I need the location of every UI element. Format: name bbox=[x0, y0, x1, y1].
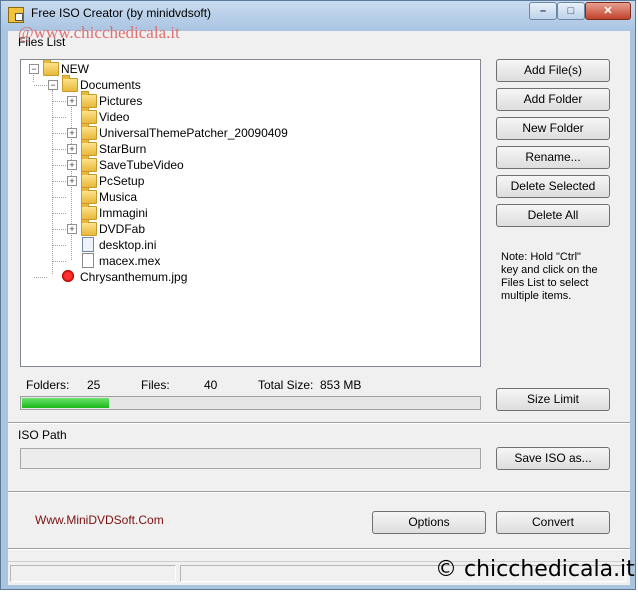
tree-node-label: UniversalThemePatcher_20090409 bbox=[99, 126, 288, 140]
new-folder-button[interactable]: New Folder bbox=[496, 117, 610, 140]
divider bbox=[8, 491, 630, 493]
size-progress-bar bbox=[20, 396, 481, 410]
convert-button[interactable]: Convert bbox=[496, 511, 610, 534]
folder-icon bbox=[43, 60, 59, 76]
watermark: @www.chicchedicala.it bbox=[18, 23, 180, 42]
close-icon: ✕ bbox=[603, 5, 613, 17]
collapse-icon[interactable]: − bbox=[48, 80, 58, 90]
iso-path-field[interactable] bbox=[20, 448, 481, 469]
tree-connector bbox=[53, 245, 66, 246]
tree-connector bbox=[53, 229, 66, 230]
folders-count: 25 bbox=[87, 378, 101, 392]
size-limit-button[interactable]: Size Limit bbox=[496, 388, 610, 411]
folder-icon bbox=[81, 139, 97, 156]
tree-node-label: Immagini bbox=[99, 206, 148, 220]
copyright-watermark: © chicchedicala.it bbox=[435, 557, 635, 582]
tree-connector bbox=[53, 101, 66, 102]
tree-node-label: Documents bbox=[80, 78, 141, 92]
add-files-button[interactable]: Add File(s) bbox=[496, 59, 610, 82]
minimize-icon: – bbox=[539, 5, 547, 17]
folder-icon bbox=[62, 75, 78, 92]
files-label: Files: bbox=[141, 378, 170, 392]
delete-all-button[interactable]: Delete All bbox=[496, 204, 610, 227]
expand-icon[interactable]: + bbox=[67, 176, 77, 186]
client-area: Files List − NEW − Documents + Pictures Video +… bbox=[8, 31, 630, 585]
image-file-icon bbox=[61, 269, 75, 283]
delete-selected-button[interactable]: Delete Selected bbox=[496, 175, 610, 198]
folder-icon bbox=[81, 187, 97, 204]
collapse-icon[interactable]: − bbox=[29, 64, 39, 74]
tree-connector bbox=[53, 197, 66, 198]
file-icon bbox=[82, 253, 94, 268]
folder-icon bbox=[81, 155, 97, 172]
maximize-button[interactable]: □ bbox=[557, 2, 585, 20]
tree-connector bbox=[53, 133, 66, 134]
tree-node-label: DVDFab bbox=[99, 222, 146, 236]
close-button[interactable]: ✕ bbox=[585, 2, 631, 20]
divider bbox=[8, 548, 630, 550]
files-tree[interactable]: − NEW − Documents + Pictures Video + UniversalTh… bbox=[20, 59, 481, 367]
folder-icon bbox=[81, 203, 97, 220]
tree-node-label: StarBurn bbox=[99, 142, 147, 156]
maximize-icon: □ bbox=[567, 5, 575, 17]
tree-node-label: Chrysanthemum.jpg bbox=[80, 270, 188, 284]
tree-node-label: desktop.ini bbox=[99, 238, 157, 252]
tree-connector bbox=[34, 277, 47, 278]
app-icon bbox=[8, 7, 24, 23]
status-pane bbox=[10, 565, 176, 582]
tree-connector bbox=[53, 149, 66, 150]
folder-icon bbox=[81, 123, 97, 140]
tree-node-label: macex.mex bbox=[99, 254, 161, 268]
window-title: Free ISO Creator (by minidvdsoft) bbox=[31, 6, 212, 20]
tree-connector bbox=[53, 213, 66, 214]
total-size-value: 853 MB bbox=[320, 378, 362, 392]
rename-button[interactable]: Rename... bbox=[496, 146, 610, 169]
divider bbox=[8, 422, 630, 424]
options-button[interactable]: Options bbox=[372, 511, 486, 534]
expand-icon[interactable]: + bbox=[67, 160, 77, 170]
expand-icon[interactable]: + bbox=[67, 128, 77, 138]
tree-node-label: SaveTubeVideo bbox=[99, 158, 184, 172]
app-window: Free ISO Creator (by minidvdsoft) – □ ✕ … bbox=[0, 0, 636, 590]
tree-node-label: Pictures bbox=[99, 94, 143, 108]
tree-node-label: Musica bbox=[99, 190, 138, 204]
total-size-label: Total Size: bbox=[258, 378, 314, 392]
multi-select-note: Note: Hold "Ctrl" key and click on the F… bbox=[501, 251, 598, 302]
folders-label: Folders: bbox=[26, 378, 70, 392]
settings-file-icon bbox=[82, 237, 94, 252]
tree-connector bbox=[53, 261, 66, 262]
folder-icon bbox=[81, 219, 97, 236]
website-link[interactable]: Www.MiniDVDSoft.Com bbox=[35, 513, 164, 527]
tree-connector bbox=[34, 85, 47, 86]
expand-icon[interactable]: + bbox=[67, 224, 77, 234]
add-folder-button[interactable]: Add Folder bbox=[496, 88, 610, 111]
folder-icon bbox=[81, 91, 97, 108]
progress-fill bbox=[22, 398, 109, 408]
save-iso-button[interactable]: Save ISO as... bbox=[496, 447, 610, 470]
minimize-button[interactable]: – bbox=[529, 2, 557, 20]
tree-connector bbox=[53, 165, 66, 166]
tree-connector bbox=[53, 181, 66, 182]
expand-icon[interactable]: + bbox=[67, 96, 77, 106]
tree-connector bbox=[53, 117, 66, 118]
folder-icon bbox=[81, 107, 97, 124]
iso-path-label: ISO Path bbox=[18, 428, 67, 442]
folder-icon bbox=[81, 171, 97, 188]
tree-node-label: Video bbox=[99, 110, 130, 124]
tree-node-label: PcSetup bbox=[99, 174, 145, 188]
files-count: 40 bbox=[204, 378, 218, 392]
expand-icon[interactable]: + bbox=[67, 144, 77, 154]
